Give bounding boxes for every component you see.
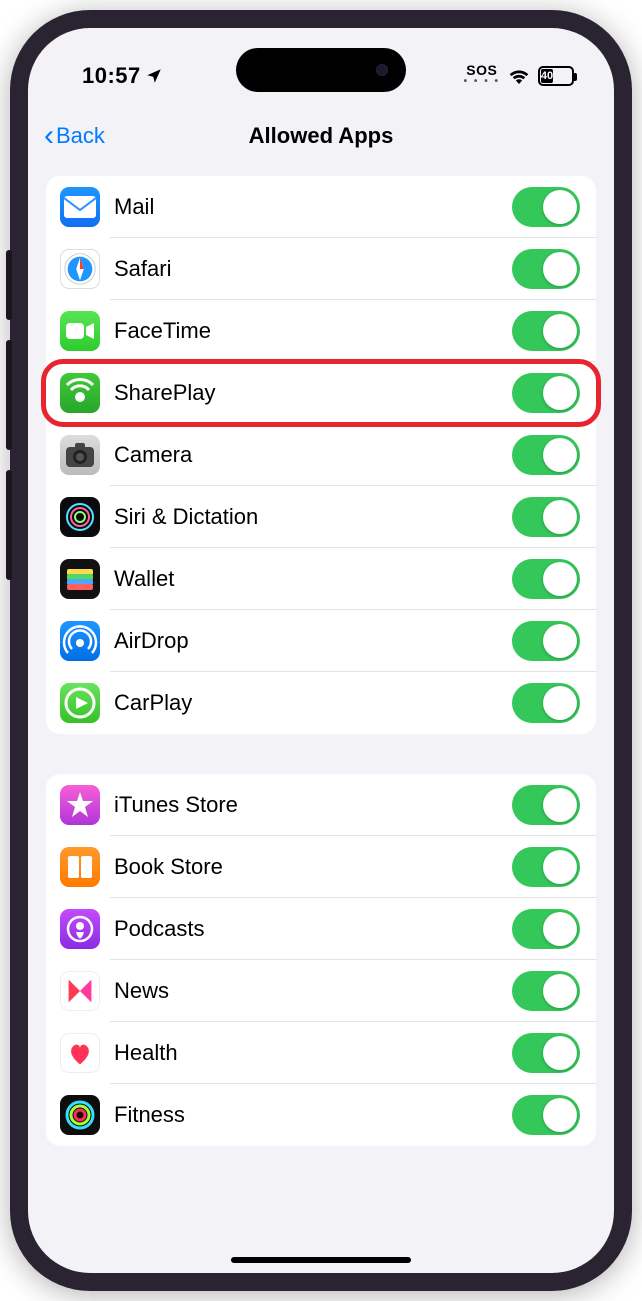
carplay-icon xyxy=(60,683,100,723)
row-safari: Safari xyxy=(46,238,596,300)
app-label: Fitness xyxy=(114,1102,512,1128)
toggle-health[interactable] xyxy=(512,1033,580,1073)
app-label: Siri & Dictation xyxy=(114,504,512,530)
app-label: Mail xyxy=(114,194,512,220)
fitness-icon xyxy=(60,1095,100,1135)
wifi-icon xyxy=(508,68,530,84)
page-title: Allowed Apps xyxy=(28,123,614,149)
app-label: FaceTime xyxy=(114,318,512,344)
app-group-1: Mail Safari FaceTime SharePlay Camera Siri & … xyxy=(46,176,596,734)
row-mail: Mail xyxy=(46,176,596,238)
toggle-news[interactable] xyxy=(512,971,580,1011)
camera-icon xyxy=(60,435,100,475)
app-label: Book Store xyxy=(114,854,512,880)
toggle-carplay[interactable] xyxy=(512,683,580,723)
row-books: Book Store xyxy=(46,836,596,898)
volume-button xyxy=(6,470,12,580)
row-news: News xyxy=(46,960,596,1022)
toggle-itunes[interactable] xyxy=(512,785,580,825)
phone-frame: 10:57 SOS • • • • 40 ‹ xyxy=(10,10,632,1291)
chevron-left-icon: ‹ xyxy=(44,121,54,151)
mail-icon xyxy=(60,187,100,227)
row-facetime: FaceTime xyxy=(46,300,596,362)
toggle-fitness[interactable] xyxy=(512,1095,580,1135)
row-health: Health xyxy=(46,1022,596,1084)
app-label: News xyxy=(114,978,512,1004)
row-siri: Siri & Dictation xyxy=(46,486,596,548)
toggle-siri[interactable] xyxy=(512,497,580,537)
dynamic-island xyxy=(236,48,406,92)
books-icon xyxy=(60,847,100,887)
facetime-icon xyxy=(60,311,100,351)
health-icon xyxy=(60,1033,100,1073)
app-label: Wallet xyxy=(114,566,512,592)
battery-level: 40 xyxy=(541,69,553,83)
toggle-wallet[interactable] xyxy=(512,559,580,599)
app-label: Podcasts xyxy=(114,916,512,942)
wallet-icon xyxy=(60,559,100,599)
row-shareplay: SharePlay xyxy=(41,359,601,427)
status-time: 10:57 xyxy=(82,63,141,89)
siri-icon xyxy=(60,497,100,537)
toggle-books[interactable] xyxy=(512,847,580,887)
content-scroll[interactable]: Mail Safari FaceTime SharePlay Camera Siri & … xyxy=(28,166,614,1273)
back-button[interactable]: ‹ Back xyxy=(38,121,105,151)
app-label: Safari xyxy=(114,256,512,282)
toggle-airdrop[interactable] xyxy=(512,621,580,661)
nav-bar: ‹ Back Allowed Apps xyxy=(28,106,614,166)
toggle-podcasts[interactable] xyxy=(512,909,580,949)
row-camera: Camera xyxy=(46,424,596,486)
app-group-2: iTunes Store Book Store Podcasts News Health… xyxy=(46,774,596,1146)
toggle-safari[interactable] xyxy=(512,249,580,289)
toggle-camera[interactable] xyxy=(512,435,580,475)
row-carplay: CarPlay xyxy=(46,672,596,734)
news-icon xyxy=(60,971,100,1011)
app-label: CarPlay xyxy=(114,690,512,716)
app-label: Camera xyxy=(114,442,512,468)
row-airdrop: AirDrop xyxy=(46,610,596,672)
row-itunes: iTunes Store xyxy=(46,774,596,836)
sos-indicator: SOS • • • • xyxy=(464,65,500,87)
app-label: iTunes Store xyxy=(114,792,512,818)
back-label: Back xyxy=(56,123,105,149)
itunes-icon xyxy=(60,785,100,825)
row-podcasts: Podcasts xyxy=(46,898,596,960)
home-indicator[interactable] xyxy=(231,1257,411,1263)
toggle-shareplay[interactable] xyxy=(512,373,580,413)
toggle-mail[interactable] xyxy=(512,187,580,227)
toggle-facetime[interactable] xyxy=(512,311,580,351)
app-label: Health xyxy=(114,1040,512,1066)
battery-icon: 40 xyxy=(538,66,574,86)
row-fitness: Fitness xyxy=(46,1084,596,1146)
app-label: SharePlay xyxy=(114,380,512,406)
screen: 10:57 SOS • • • • 40 ‹ xyxy=(28,28,614,1273)
shareplay-icon xyxy=(60,373,100,413)
row-wallet: Wallet xyxy=(46,548,596,610)
location-icon xyxy=(145,67,163,85)
app-label: AirDrop xyxy=(114,628,512,654)
airdrop-icon xyxy=(60,621,100,661)
podcasts-icon xyxy=(60,909,100,949)
safari-icon xyxy=(60,249,100,289)
